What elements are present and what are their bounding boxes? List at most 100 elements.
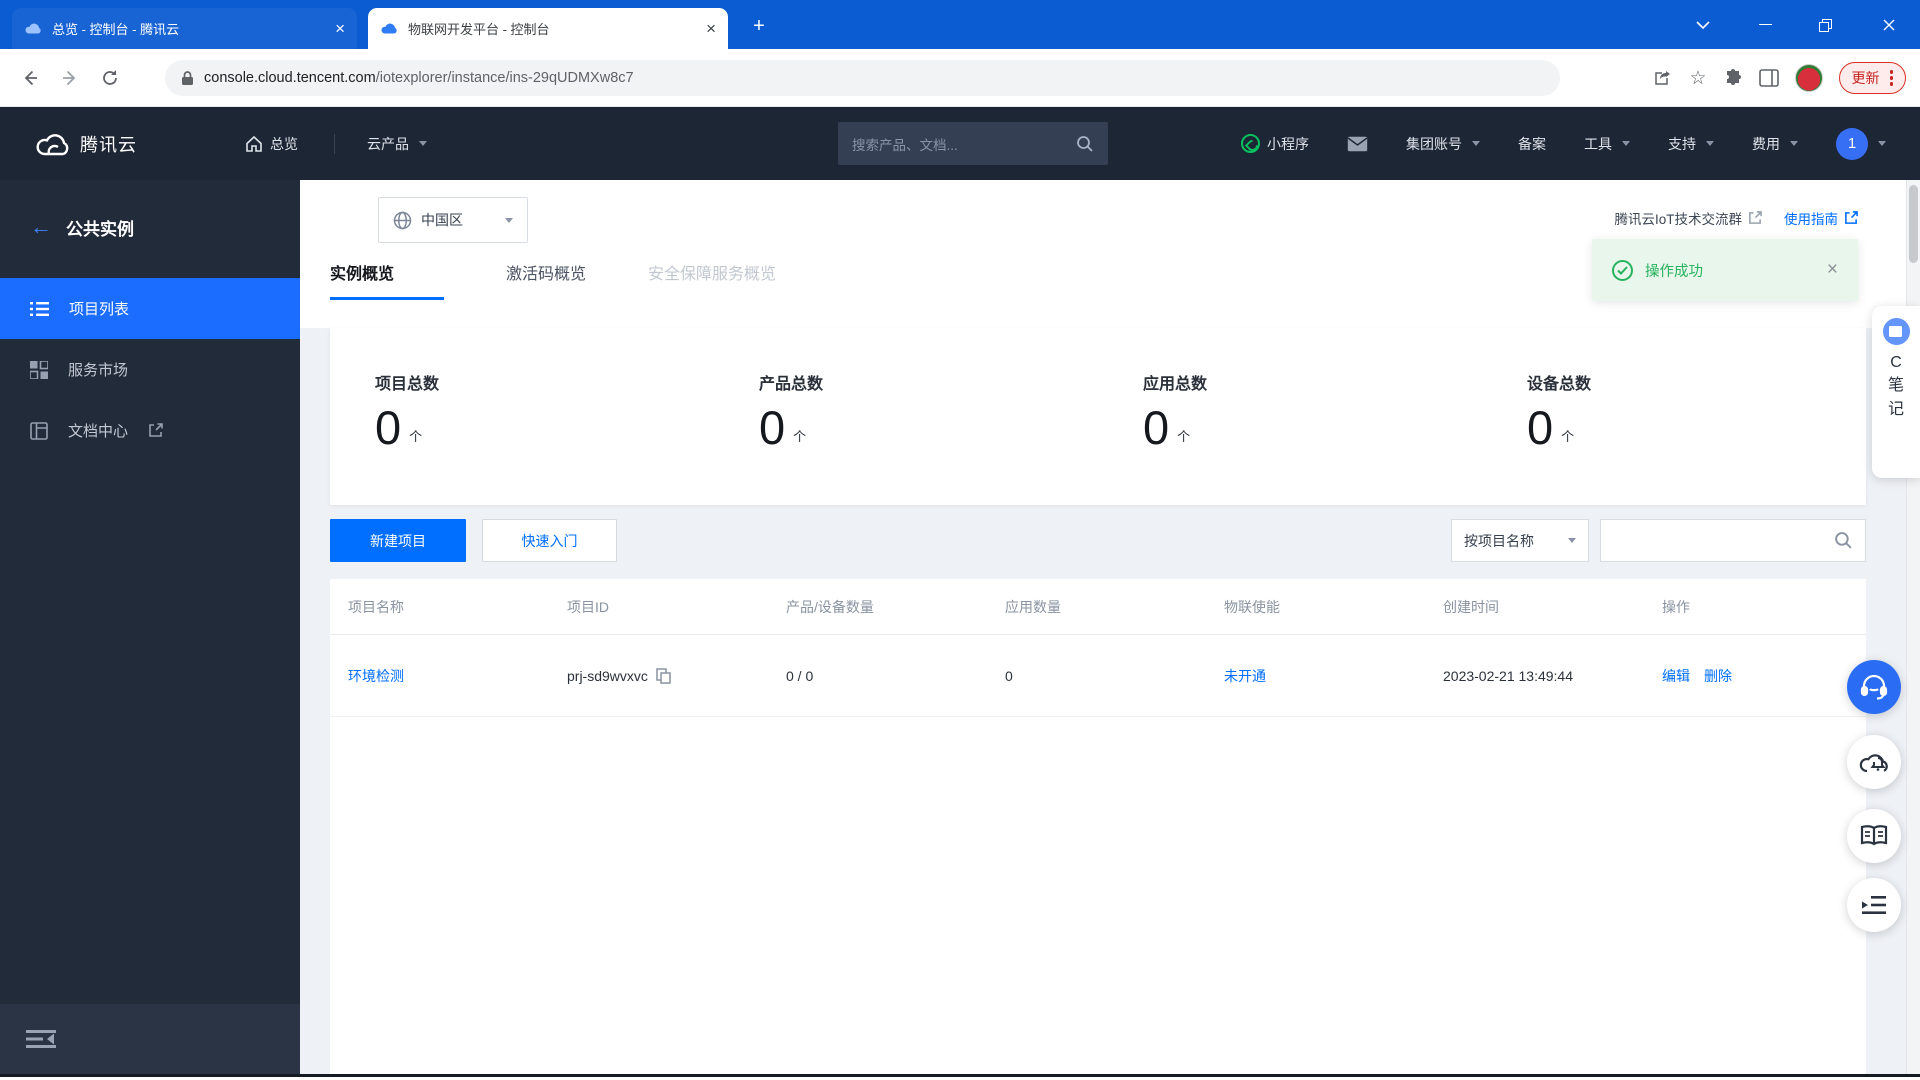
browser-tab-iot-console[interactable]: 物联网开发平台 - 控制台 × <box>368 8 728 49</box>
stat-label: 产品总数 <box>759 370 1098 394</box>
tab-instance-overview[interactable]: 实例概览 <box>330 260 444 300</box>
browser-tab-overview[interactable]: 总览 - 控制台 - 腾讯云 × <box>12 8 357 49</box>
sidebar-item-project-list[interactable]: 项目列表 <box>0 278 300 339</box>
edit-link[interactable]: 编辑 <box>1662 666 1690 686</box>
url-field[interactable]: console.cloud.tencent.com/iotexplorer/in… <box>165 60 1560 96</box>
nav-mini-program[interactable]: 小程序 <box>1241 134 1309 154</box>
stat-applications: 应用总数 0个 <box>1098 328 1482 505</box>
sidebar-item-service-market[interactable]: 服务市场 <box>0 339 300 400</box>
new-tab-button[interactable]: + <box>746 14 772 40</box>
tencent-cloud-favicon <box>380 20 398 38</box>
table-row: 环境检测 prj-sd9wvxvc 0 / 0 0 未开通 2023-02-21… <box>330 635 1866 717</box>
nav-cloud-products[interactable]: 云产品 <box>367 134 427 154</box>
external-link-icon <box>1748 211 1762 225</box>
stat-projects: 项目总数 0个 <box>330 328 714 505</box>
sidebar-panel-icon[interactable] <box>1759 69 1779 87</box>
stat-label: 设备总数 <box>1527 370 1866 394</box>
nav-beian[interactable]: 备案 <box>1518 134 1546 154</box>
copy-icon[interactable] <box>656 668 671 684</box>
docs-book-button[interactable] <box>1847 809 1901 863</box>
tab-title: 总览 - 控制台 - 腾讯云 <box>52 19 327 38</box>
restore-button[interactable] <box>1796 0 1858 49</box>
mail-icon[interactable] <box>1347 136 1368 152</box>
reload-icon[interactable] <box>100 68 120 88</box>
created-time: 2023-02-21 13:49:44 <box>1425 668 1644 684</box>
collapse-sidebar-icon[interactable] <box>26 1029 56 1049</box>
sidebar-header: ← 公共实例 <box>0 192 300 262</box>
customer-service-button[interactable] <box>1847 660 1901 714</box>
tab-security-service-overview[interactable]: 安全保障服务概览 <box>648 260 776 300</box>
sidebar-title: 公共实例 <box>66 215 134 240</box>
filter-dropdown[interactable]: 按项目名称 <box>1451 519 1589 562</box>
bookmark-star-icon[interactable]: ☆ <box>1689 67 1706 90</box>
tab-close-icon[interactable]: × <box>335 20 345 37</box>
nav-group-account-label: 集团账号 <box>1406 134 1462 154</box>
nav-support[interactable]: 支持 <box>1668 134 1714 154</box>
tencent-cloud-logo[interactable]: 腾讯云 <box>36 131 137 157</box>
app-body: ← 公共实例 项目列表 服务市场 文档中心 <box>0 180 1920 1077</box>
forward-icon[interactable] <box>60 68 80 88</box>
feedback-list-button[interactable] <box>1847 878 1901 932</box>
sidebar: ← 公共实例 项目列表 服务市场 文档中心 <box>0 180 300 1077</box>
sidebar-item-label: 文档中心 <box>68 420 128 441</box>
search-icon[interactable] <box>1076 135 1094 153</box>
table-header-row: 项目名称 项目ID 产品/设备数量 应用数量 物联使能 创建时间 操作 <box>330 579 1866 635</box>
tab-activation-code-overview[interactable]: 激活码概览 <box>506 260 586 300</box>
window-controls <box>1672 0 1920 49</box>
close-window-button[interactable] <box>1858 0 1920 49</box>
cnote-extension-widget[interactable]: C 笔 记 <box>1872 306 1920 478</box>
sidebar-item-doc-center[interactable]: 文档中心 <box>0 400 300 461</box>
minimize-button[interactable] <box>1734 0 1796 49</box>
cloud-alert-button[interactable] <box>1847 735 1901 789</box>
brand-name: 腾讯云 <box>80 131 137 157</box>
back-arrow-icon[interactable]: ← <box>30 216 52 238</box>
chevron-down-icon <box>1790 141 1798 146</box>
url-path: /iotexplorer/instance/ins-29qUDMXw8c7 <box>376 70 634 86</box>
list-icon <box>30 301 49 317</box>
col-header-id: 项目ID <box>549 597 768 617</box>
iot-community-label: 腾讯云IoT技术交流群 <box>1614 208 1742 228</box>
project-search <box>1600 519 1866 562</box>
stat-value: 0 <box>1143 404 1169 451</box>
delete-link[interactable]: 删除 <box>1704 666 1732 686</box>
nav-account[interactable]: 1 <box>1836 128 1886 160</box>
nav-divider <box>334 134 335 154</box>
nav-tools[interactable]: 工具 <box>1584 134 1630 154</box>
toast-close-icon[interactable]: × <box>1827 259 1838 281</box>
browser-update-button[interactable]: 更新 <box>1839 62 1907 94</box>
open-book-icon <box>1860 825 1888 847</box>
region-selector[interactable]: 中国区 <box>378 197 528 243</box>
project-name-link[interactable]: 环境检测 <box>348 668 404 684</box>
nav-billing[interactable]: 费用 <box>1752 134 1798 154</box>
tab-title: 物联网开发平台 - 控制台 <box>408 19 698 38</box>
quick-start-button[interactable]: 快速入门 <box>482 519 617 562</box>
external-link-icon <box>1844 211 1858 225</box>
search-icon[interactable] <box>1834 531 1853 550</box>
back-icon[interactable] <box>20 68 40 88</box>
new-project-button[interactable]: 新建项目 <box>330 519 466 562</box>
extensions-puzzle-icon[interactable] <box>1723 68 1743 88</box>
nav-group-account[interactable]: 集团账号 <box>1406 134 1480 154</box>
chevron-down-icon <box>505 218 513 223</box>
account-avatar[interactable]: 1 <box>1836 128 1868 160</box>
stat-label: 项目总数 <box>375 370 714 394</box>
browser-menu-icon[interactable] <box>1890 70 1894 86</box>
col-header-apps: 应用数量 <box>987 597 1206 617</box>
region-label: 中国区 <box>421 210 493 230</box>
cloud-logo-icon <box>36 131 70 157</box>
browser-profile-avatar[interactable] <box>1795 64 1823 92</box>
nav-overview[interactable]: 总览 <box>245 134 298 154</box>
project-search-input[interactable] <box>1613 520 1834 561</box>
iot-community-link[interactable]: 腾讯云IoT技术交流群 <box>1614 208 1762 228</box>
share-icon[interactable] <box>1653 68 1673 88</box>
chevron-down-icon <box>1706 141 1714 146</box>
scrollbar-thumb[interactable] <box>1909 185 1918 263</box>
check-circle-icon <box>1612 260 1633 281</box>
iot-enable-link[interactable]: 未开通 <box>1224 668 1266 684</box>
external-link-icon <box>148 423 163 438</box>
browser-menu-chevron-icon[interactable] <box>1672 0 1734 49</box>
tab-close-icon[interactable]: × <box>706 20 716 37</box>
nav-search-input[interactable]: 搜索产品、文档... <box>838 122 1108 165</box>
user-guide-link[interactable]: 使用指南 <box>1784 208 1858 228</box>
app-count: 0 <box>987 668 1206 684</box>
